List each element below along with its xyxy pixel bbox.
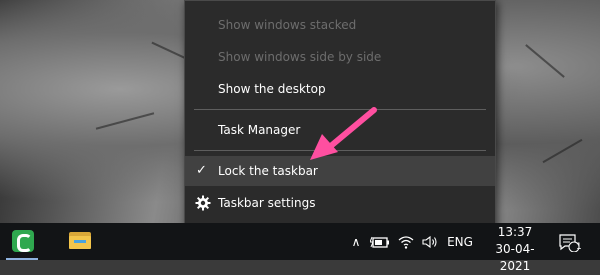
gear-icon <box>195 195 211 211</box>
battery-button[interactable] <box>368 223 392 260</box>
annotation-arrow <box>310 107 377 160</box>
clock-date: 30-04-2021 <box>495 242 535 273</box>
network-button[interactable] <box>394 223 418 260</box>
taskbar-app-camtasia[interactable] <box>0 223 44 260</box>
checkmark-icon: ✓ <box>196 163 207 178</box>
menu-item-label: Taskbar settings <box>218 196 316 210</box>
notification-count-badge: 1 <box>576 242 582 252</box>
menu-item-show-windows-stacked[interactable]: Show windows stacked <box>185 10 495 40</box>
rock-crack <box>542 138 583 164</box>
action-center-button[interactable]: 1 <box>552 223 586 260</box>
input-language-button[interactable]: ENG <box>442 223 478 260</box>
language-indicator: ENG <box>447 234 473 249</box>
system-tray: ∧ ENG 1 <box>340 223 600 260</box>
clock-time: 13:37 <box>497 225 533 239</box>
menu-item-label: Show windows side by side <box>218 50 382 64</box>
rock-crack <box>95 112 155 130</box>
speaker-icon <box>422 235 437 248</box>
rock-crack <box>525 44 565 78</box>
menu-item-label: Task Manager <box>218 123 301 137</box>
menu-item-taskbar-settings[interactable]: Taskbar settings <box>185 188 495 218</box>
chevron-up-icon: ∧ <box>351 234 361 249</box>
file-explorer-icon <box>69 232 91 250</box>
menu-item-label: Show windows stacked <box>218 18 357 32</box>
taskbar-app-file-explorer[interactable] <box>57 223 101 260</box>
rock-crack <box>151 41 189 61</box>
camtasia-icon <box>12 230 34 252</box>
clock-button[interactable]: 13:37 30-04-2021 <box>486 224 544 275</box>
menu-item-label: Show the desktop <box>218 82 326 96</box>
wifi-icon <box>398 235 414 249</box>
menu-item-show-windows-side-by-side[interactable]: Show windows side by side <box>185 42 495 72</box>
show-hidden-icons-button[interactable]: ∧ <box>346 223 366 260</box>
battery-charging-icon <box>370 236 389 248</box>
volume-button[interactable] <box>418 223 442 260</box>
